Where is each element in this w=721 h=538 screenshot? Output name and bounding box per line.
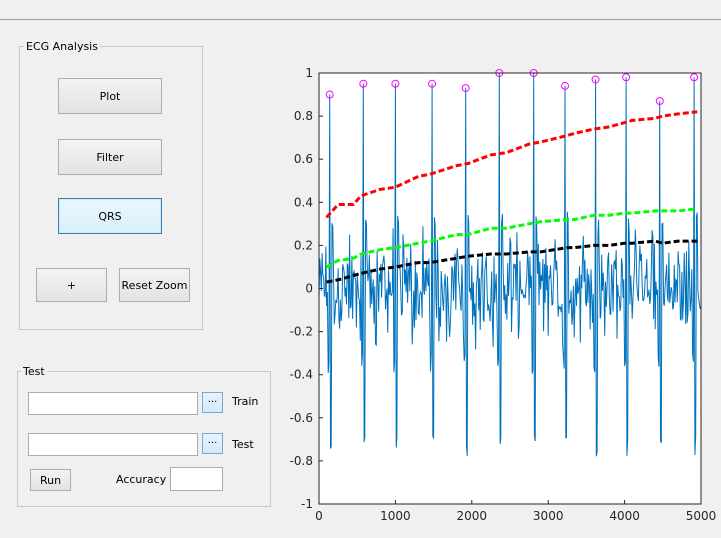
x-tick-label: 3000	[533, 509, 564, 523]
y-tick-label: 0	[305, 282, 313, 296]
y-tick-label: 0.4	[294, 195, 313, 209]
y-tick-label: -0.8	[290, 454, 313, 468]
ecg-chart[interactable]: 0 1000 2000 3000 4000 5000 -1 -0.8 -0.6 -0.4 -0.2 0…	[0, 0, 721, 538]
y-tick-label: -1	[301, 497, 313, 511]
x-tick-label: 2000	[457, 509, 488, 523]
x-tick-label: 4000	[609, 509, 640, 523]
y-tick-label: 0.8	[294, 109, 313, 123]
y-tick-label: -0.2	[290, 325, 313, 339]
y-tick-label: 0.6	[294, 152, 313, 166]
y-tick-label: -0.6	[290, 411, 313, 425]
x-tick-label: 1000	[380, 509, 411, 523]
x-tick-label: 0	[315, 509, 323, 523]
x-tick-label: 5000	[686, 509, 717, 523]
y-tick-label: 0.2	[294, 238, 313, 252]
y-tick-label: 1	[305, 66, 313, 80]
y-tick-label: -0.4	[290, 368, 313, 382]
